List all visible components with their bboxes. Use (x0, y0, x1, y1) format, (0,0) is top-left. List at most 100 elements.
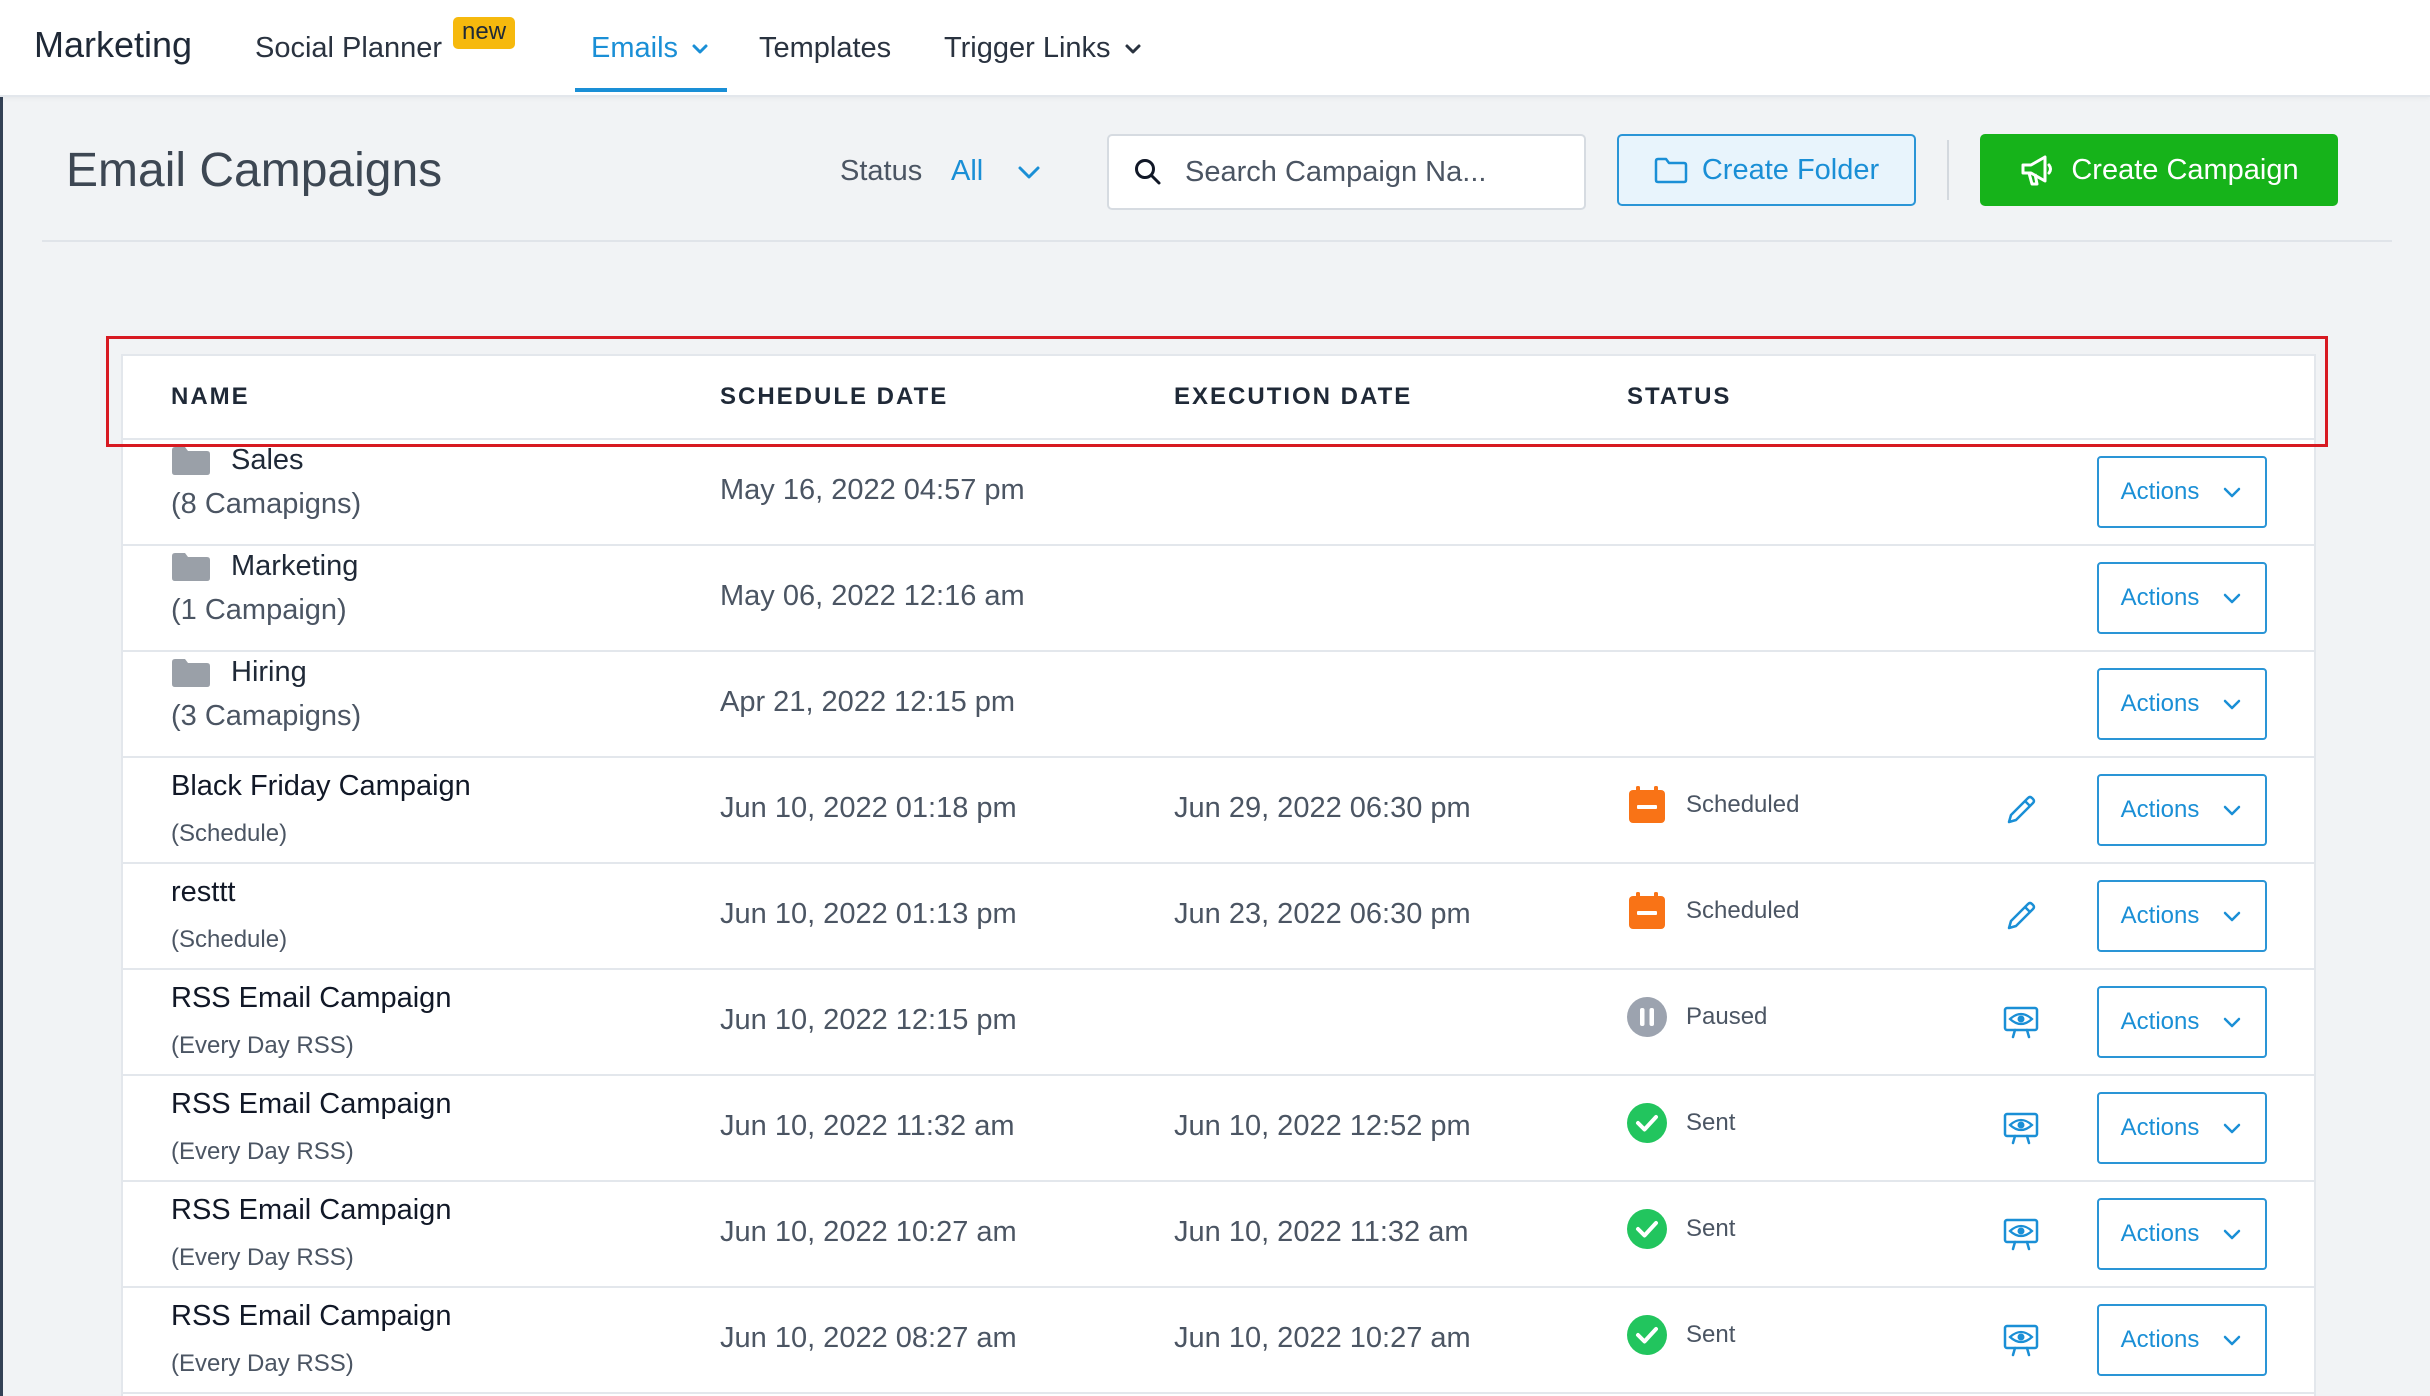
table-row[interactable]: Black Friday Campaign (Schedule) Jun 10,… (123, 758, 2314, 864)
search-input[interactable] (1185, 155, 1545, 189)
execution-date: Jun 10, 2022 11:32 am (1174, 1216, 1469, 1248)
execution-date: Jun 23, 2022 06:30 pm (1174, 898, 1471, 930)
actions-button[interactable]: Actions (2097, 668, 2267, 740)
table-row[interactable]: resttt (Schedule) Jun 10, 2022 01:13 pm … (123, 864, 2314, 970)
campaign-type: (Every Day RSS) (171, 1032, 354, 1059)
actions-label: Actions (2120, 478, 2200, 505)
campaign-name[interactable]: RSS Email Campaign (171, 1088, 451, 1121)
campaigns-table: NAME SCHEDULE DATE EXECUTION DATE STATUS… (121, 354, 2316, 1396)
actions-button[interactable]: Actions (2097, 1198, 2267, 1270)
create-folder-button[interactable]: Create Folder (1617, 134, 1916, 206)
schedule-date: Jun 10, 2022 10:27 am (720, 1216, 1017, 1248)
status-cell: Scheduled (1626, 784, 1799, 826)
pencil-icon[interactable] (2001, 790, 2041, 830)
eye-icon[interactable] (2001, 1214, 2041, 1254)
status-label: Scheduled (1686, 897, 1800, 924)
campaign-name[interactable]: resttt (171, 876, 235, 909)
actions-label: Actions (2120, 1220, 2200, 1247)
actions-label: Actions (2120, 796, 2200, 823)
campaign-name[interactable]: Black Friday Campaign (171, 770, 471, 803)
eye-icon[interactable] (2001, 1320, 2041, 1360)
check-circle-icon (1627, 1209, 1667, 1249)
chevron-down-icon (2224, 699, 2241, 710)
nav-trigger-links[interactable]: Trigger Links (944, 32, 1143, 65)
active-tab-underline (575, 88, 727, 92)
table-header: NAME SCHEDULE DATE EXECUTION DATE STATUS (123, 356, 2314, 440)
actions-button[interactable]: Actions (2097, 562, 2267, 634)
chevron-down-icon (2224, 911, 2241, 922)
actions-label: Actions (2120, 584, 2200, 611)
folder-icon (1654, 157, 1688, 184)
actions-button[interactable]: Actions (2097, 456, 2267, 528)
pencil-icon[interactable] (2001, 896, 2041, 936)
create-campaign-button[interactable]: Create Campaign (1980, 134, 2338, 206)
status-cell: Sent (1626, 1208, 1735, 1250)
folder-count: (8 Camapigns) (171, 488, 362, 520)
folder-label: Sales (231, 444, 304, 476)
search-box[interactable] (1107, 134, 1586, 210)
calendar-icon (1629, 786, 1665, 823)
actions-button[interactable]: Actions (2097, 880, 2267, 952)
table-row[interactable]: Marketing (1 Campaign) May 06, 2022 12:1… (123, 546, 2314, 652)
schedule-date: May 16, 2022 04:57 pm (720, 474, 1025, 506)
folder-name[interactable]: Marketing (171, 550, 358, 583)
schedule-date: Jun 10, 2022 01:18 pm (720, 792, 1017, 824)
chevron-down-icon (2224, 1123, 2241, 1134)
nav-templates[interactable]: Templates (759, 32, 891, 65)
create-folder-label: Create Folder (1701, 153, 1880, 186)
table-row[interactable]: RSS Email Campaign (Every Day RSS) Jun 1… (123, 970, 2314, 1076)
table-row[interactable]: Sales (8 Camapigns) May 16, 2022 04:57 p… (123, 440, 2314, 546)
status-filter-label: Status (840, 155, 923, 187)
schedule-date: Jun 10, 2022 11:32 am (720, 1110, 1015, 1142)
chevron-down-icon (692, 44, 708, 53)
campaign-name[interactable]: RSS Email Campaign (171, 1300, 451, 1333)
campaign-name[interactable]: RSS Email Campaign (171, 982, 451, 1015)
schedule-date: May 06, 2022 12:16 am (720, 580, 1025, 612)
actions-label: Actions (2120, 690, 2200, 717)
table-row[interactable]: RSS Email Campaign (Every Day RSS) Jun 1… (123, 1182, 2314, 1288)
create-campaign-label: Create Campaign (2071, 153, 2299, 186)
eye-icon[interactable] (2001, 1108, 2041, 1148)
chevron-down-icon (2224, 487, 2241, 498)
status-label: Sent (1686, 1215, 1736, 1242)
page-title: Email Campaigns (66, 144, 443, 197)
status-cell: Sent (1626, 1314, 1735, 1356)
status-label: Sent (1686, 1109, 1736, 1136)
folder-label: Hiring (231, 656, 307, 688)
schedule-date: Apr 21, 2022 12:15 pm (720, 686, 1016, 718)
actions-button[interactable]: Actions (2097, 1304, 2267, 1376)
nav-emails[interactable]: Emails (591, 32, 710, 65)
folder-name[interactable]: Hiring (171, 656, 307, 689)
table-row[interactable]: RSS Email Campaign (Every Day RSS) Jun 1… (123, 1076, 2314, 1182)
actions-label: Actions (2120, 1114, 2200, 1141)
folder-name[interactable]: Sales (171, 444, 304, 477)
megaphone-icon (2021, 155, 2053, 186)
actions-button[interactable]: Actions (2097, 986, 2267, 1058)
status-filter-value[interactable]: All (951, 155, 983, 188)
table-row[interactable]: Hiring (3 Camapigns) Apr 21, 2022 12:15 … (123, 652, 2314, 758)
folder-icon (172, 446, 210, 475)
status-label: Paused (1686, 1003, 1768, 1030)
actions-label: Actions (2120, 902, 2200, 929)
chevron-down-icon (2224, 1017, 2241, 1028)
execution-date: Jun 29, 2022 06:30 pm (1174, 792, 1471, 824)
execution-date: Jun 10, 2022 12:52 pm (1174, 1110, 1471, 1142)
folder-icon (172, 658, 210, 687)
status-label: Scheduled (1686, 791, 1800, 818)
status-cell: Scheduled (1626, 890, 1799, 932)
actions-button[interactable]: Actions (2097, 774, 2267, 846)
nav-social-planner[interactable]: Social Planner (255, 32, 442, 65)
campaign-type: (Schedule) (171, 820, 288, 847)
table-row[interactable]: RSS Email Campaign (Every Day RSS) Jun 1… (123, 1288, 2314, 1394)
window-edge (0, 0, 3, 1396)
folder-icon (172, 552, 210, 581)
eye-icon[interactable] (2001, 1002, 2041, 1042)
chevron-down-icon[interactable] (1014, 158, 1044, 188)
calendar-icon (1629, 892, 1665, 929)
nav-emails-label: Emails (591, 32, 679, 64)
folder-count: (3 Camapigns) (171, 700, 362, 732)
execution-date: Jun 10, 2022 10:27 am (1174, 1322, 1471, 1354)
actions-label: Actions (2120, 1008, 2200, 1035)
actions-button[interactable]: Actions (2097, 1092, 2267, 1164)
campaign-name[interactable]: RSS Email Campaign (171, 1194, 451, 1227)
